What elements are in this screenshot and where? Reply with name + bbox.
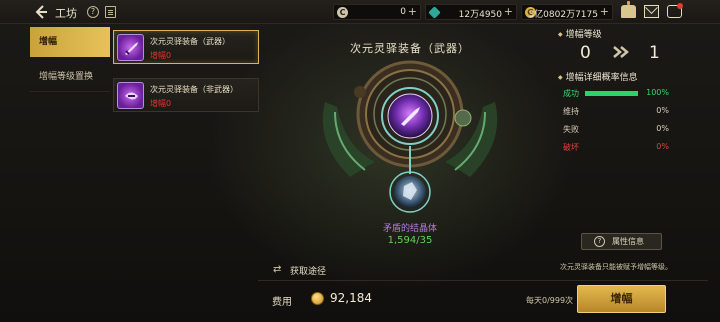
armor-item-icon (117, 82, 144, 109)
mail-icon[interactable] (644, 5, 659, 18)
item-name: 次元灵驿装备（武器） (150, 37, 230, 46)
prob-value: 0% (656, 106, 669, 115)
prob-label: 维持 (563, 107, 579, 116)
back-arrow-icon[interactable] (34, 4, 48, 20)
question-icon[interactable]: ? (87, 6, 99, 18)
prob-row-maintain: 维持 0% (563, 106, 673, 118)
level-from: 0 (580, 43, 591, 63)
page-title: 工坊 (55, 7, 77, 20)
level-to: 1 (649, 43, 660, 63)
sidebar-item-enhance[interactable]: 增幅 (30, 27, 110, 57)
attribute-info-label: 属性信息 (612, 237, 644, 246)
currency-cera: C 0 + (333, 4, 421, 20)
currency-value: 0 (400, 7, 406, 17)
prob-label: 破坏 (563, 143, 579, 152)
plus-icon[interactable]: + (600, 5, 609, 18)
plus-icon[interactable]: + (408, 5, 417, 18)
material-name: 矛盾的结晶体 (382, 224, 437, 234)
daily-limit: 每天0/999次 (526, 296, 574, 305)
question-icon: ? (594, 236, 605, 247)
prob-row-fail: 失败 0% (563, 124, 673, 136)
divider (258, 280, 708, 281)
item-level: 增幅0 (150, 99, 172, 108)
item-card-weapon[interactable]: 次元灵驿装备（武器） 增幅0 (113, 30, 259, 64)
prob-value: 0% (656, 142, 669, 151)
fee-value: 92,184 (330, 291, 372, 305)
material-count: 1,594/35 (387, 235, 433, 246)
notification-dot (677, 3, 683, 9)
prob-bar (585, 91, 638, 96)
prob-value: 0% (656, 124, 669, 133)
enhance-button[interactable]: 增幅 (577, 285, 666, 313)
book-icon[interactable] (105, 6, 116, 18)
prob-row-success: 成功 100% (563, 88, 673, 100)
exchange-icon[interactable]: ⇄ (273, 264, 284, 275)
prob-fill (585, 91, 638, 96)
cera-coin-icon: C (337, 7, 348, 18)
weapon-item-icon (117, 34, 144, 61)
currency-gem: 12万4950 + (425, 4, 517, 20)
prob-label: 成功 (563, 89, 579, 98)
item-name: 次元灵驿装备（非武器） (150, 85, 238, 94)
probability-heading: 增幅详细概率信息 (558, 70, 638, 83)
fee-label: 费用 (272, 297, 292, 308)
prob-label: 失败 (563, 125, 579, 134)
attribute-info-button[interactable]: ? 属性信息 (581, 233, 662, 250)
prob-row-destroy: 破坏 0% (563, 142, 673, 154)
enhance-level-heading: 增幅等级 (558, 27, 602, 40)
double-chevron-right-icon (613, 46, 629, 58)
prob-value: 100% (646, 88, 669, 97)
currency-value: 12万4950 (458, 10, 502, 20)
currency-gold: G 3亿0802万7175 + (521, 4, 613, 20)
gold-coin-icon (311, 292, 324, 305)
item-level: 增幅0 (150, 51, 172, 60)
currency-value: 3亿0802万7175 (528, 10, 598, 20)
plus-icon[interactable]: + (504, 5, 513, 18)
enhance-notice: 次元灵驿装备只能被赋予增幅等级。 (560, 263, 672, 271)
emerald-gem-icon (428, 6, 441, 19)
item-card-non-weapon[interactable]: 次元灵驿装备（非武器） 增幅0 (113, 78, 259, 112)
sidebar-item-level-exchange[interactable]: 增幅等级置换 (30, 62, 110, 92)
enhance-device (322, 60, 498, 213)
cake-icon[interactable] (621, 1, 636, 18)
acquisition-link[interactable]: 获取途径 (290, 264, 326, 277)
